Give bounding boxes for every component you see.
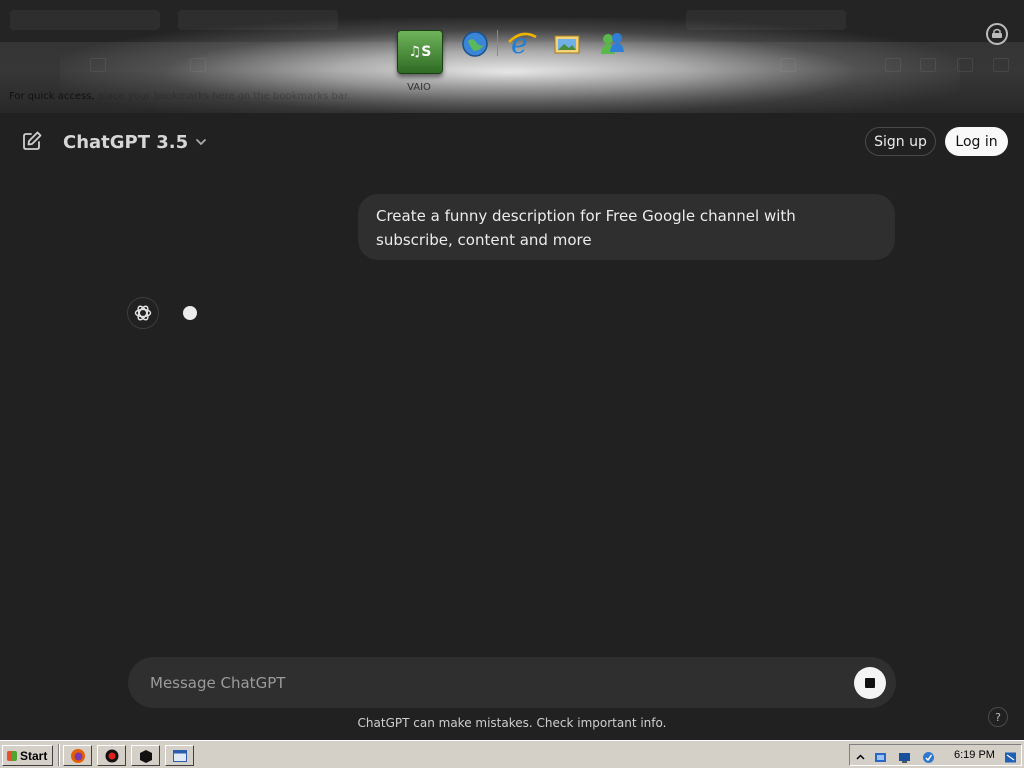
log-in-button[interactable]: Log in bbox=[945, 127, 1008, 156]
quick-access-text: For quick access, bbox=[9, 91, 98, 102]
taskbar-show-desktop[interactable] bbox=[165, 745, 194, 766]
tray-expand-icon[interactable] bbox=[854, 749, 867, 762]
browser-top-strip: ♫S VAIO e For quick access, place your b… bbox=[0, 0, 1024, 113]
pencil-square-icon bbox=[23, 131, 42, 150]
network-icon[interactable] bbox=[874, 749, 887, 762]
black-box-icon bbox=[139, 749, 152, 763]
taskbar-app[interactable] bbox=[131, 745, 160, 766]
globe-icon[interactable] bbox=[459, 28, 491, 60]
messenger-icon[interactable] bbox=[597, 29, 627, 59]
clock: 6:19 PM bbox=[954, 749, 995, 761]
vaio-icon-text: ♫S bbox=[408, 44, 432, 60]
account-icon[interactable] bbox=[986, 23, 1008, 45]
taskbar: Start 6:19 PM bbox=[0, 740, 1024, 768]
window-icon bbox=[172, 749, 187, 762]
sign-up-button[interactable]: Sign up bbox=[865, 127, 936, 156]
record-icon bbox=[105, 749, 118, 762]
user-message-bubble: Create a funny description for Free Goog… bbox=[358, 194, 895, 260]
message-composer bbox=[128, 657, 896, 708]
start-label: Start bbox=[20, 748, 48, 763]
notification-icon[interactable] bbox=[1004, 749, 1017, 763]
monitor-icon[interactable] bbox=[898, 749, 911, 763]
message-input[interactable] bbox=[148, 667, 832, 699]
bookmarks-bar-hint: For quick access, place your bookmarks h… bbox=[9, 91, 350, 102]
typing-indicator bbox=[183, 306, 197, 320]
taskbar-separator bbox=[58, 744, 60, 766]
firefox-icon bbox=[70, 748, 85, 763]
openai-logo-icon bbox=[134, 305, 152, 321]
dock-divider bbox=[497, 30, 498, 56]
system-tray: 6:19 PM bbox=[849, 744, 1022, 766]
new-chat-button[interactable] bbox=[20, 129, 44, 153]
help-button[interactable]: ? bbox=[988, 707, 1008, 727]
chatgpt-avatar bbox=[127, 297, 159, 329]
quick-access-faded-text: place your bookmarks here on the bookmar… bbox=[97, 91, 351, 102]
photo-gallery-icon[interactable] bbox=[552, 30, 582, 58]
taskbar-firefox[interactable] bbox=[63, 745, 92, 766]
chevron-down-icon bbox=[196, 139, 207, 146]
windows-logo-icon bbox=[7, 750, 17, 761]
stop-generating-button[interactable] bbox=[854, 667, 886, 699]
vaio-label: VAIO bbox=[407, 82, 431, 93]
model-name: ChatGPT 3.5 bbox=[63, 131, 189, 153]
vaio-media-icon[interactable]: ♫S bbox=[397, 30, 443, 74]
model-selector[interactable]: ChatGPT 3.5 bbox=[63, 128, 208, 156]
svg-text:e: e bbox=[511, 27, 528, 59]
taskbar-recorder[interactable] bbox=[97, 745, 126, 766]
disclaimer-text: ChatGPT can make mistakes. Check importa… bbox=[357, 716, 667, 730]
internet-explorer-icon[interactable]: e bbox=[505, 26, 539, 60]
start-button[interactable]: Start bbox=[2, 745, 53, 766]
stop-icon bbox=[865, 678, 875, 688]
shield-icon[interactable] bbox=[922, 749, 935, 763]
user-message-text: Create a funny description for Free Goog… bbox=[376, 207, 796, 249]
